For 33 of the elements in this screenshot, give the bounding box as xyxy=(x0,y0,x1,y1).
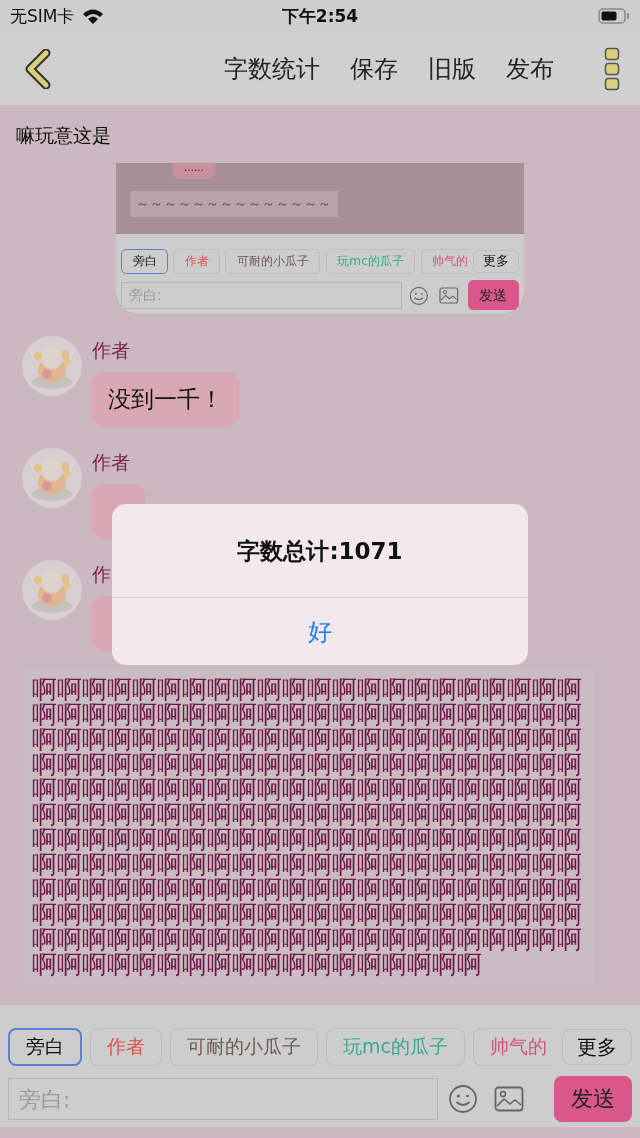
speaker-tab[interactable]: 可耐的小瓜子 xyxy=(225,249,321,274)
alert-message: 字数总计:1071 xyxy=(237,537,403,566)
clock-time: 下午2:54 xyxy=(281,6,359,26)
speaker-tab[interactable]: 旁白 xyxy=(8,1028,82,1066)
sender-name: 作者 xyxy=(92,337,130,363)
more-button[interactable]: 更多 xyxy=(472,249,519,274)
speaker-tab[interactable]: 作者 xyxy=(90,1028,162,1066)
speaker-tab[interactable]: 作者 xyxy=(173,249,221,274)
message-bubble: …… xyxy=(173,163,215,179)
ok-button[interactable]: 好 xyxy=(112,598,528,665)
send-button[interactable]: 发送 xyxy=(467,280,519,311)
speaker-tab[interactable]: 可耐的小瓜子 xyxy=(170,1028,318,1066)
nav-action[interactable]: 旧版 xyxy=(413,52,491,85)
nav-action[interactable]: 保存 xyxy=(335,52,413,85)
message-bubble: 没到一千！ xyxy=(92,371,239,427)
nav-action[interactable]: 发布 xyxy=(491,52,569,85)
chapter-title: 嘛玩意这是 xyxy=(16,123,111,148)
send-button[interactable]: 发送 xyxy=(554,1076,632,1122)
speaker-tab[interactable]: 旁白 xyxy=(121,249,169,274)
more-menu-icon[interactable] xyxy=(604,46,620,91)
wifi-icon xyxy=(82,8,105,24)
speaker-tab[interactable]: 帅气的 xyxy=(472,1028,551,1066)
narration-text: 啊啊啊啊啊啊啊啊啊啊啊啊啊啊啊啊啊啊啊啊啊啊啊啊啊啊啊啊啊啊啊啊啊啊啊啊啊啊啊啊啊啊啊啊啊啊啊啊啊啊啊啊啊啊啊啊啊啊啊啊啊啊啊啊啊啊啊啊啊啊啊啊啊啊啊啊啊啊啊啊啊啊啊啊啊啊啊啊啊啊啊啊啊啊啊啊啊啊啊啊啊啊啊啊啊啊啊啊啊啊啊啊啊啊啊啊啊啊啊啊啊啊啊啊啊啊啊啊啊啊啊啊啊啊啊啊啊啊啊啊啊啊啊啊啊啊啊啊啊啊啊啊啊啊啊啊啊啊啊啊啊啊啊啊啊啊啊啊啊啊啊啊啊啊啊啊啊啊啊啊啊啊啊啊啊啊啊啊啊啊啊啊啊啊啊啊啊啊啊啊啊啊啊啊啊啊啊啊啊啊啊啊啊啊啊啊啊啊啊啊啊啊啊啊啊啊啊啊啊啊啊啊啊啊啊啊啊啊啊啊啊啊啊啊啊啊啊啊啊啊啊啊啊啊啊啊啊啊啊啊 xyxy=(24,669,594,985)
sender-name: 作 xyxy=(92,561,111,587)
speaker-tab[interactable]: 帅气的 xyxy=(420,249,471,274)
battery-icon xyxy=(598,8,630,24)
image-icon[interactable] xyxy=(494,1086,524,1112)
emoji-icon[interactable] xyxy=(448,1084,478,1114)
sender-name: 作者 xyxy=(92,449,130,475)
more-button[interactable]: 更多 xyxy=(562,1029,632,1065)
narration-text: ～～～～～～～～～～～～～～ xyxy=(130,191,338,217)
carrier-label: 无SIM卡 xyxy=(10,4,75,28)
nav-action[interactable]: 字数统计 xyxy=(209,52,335,85)
